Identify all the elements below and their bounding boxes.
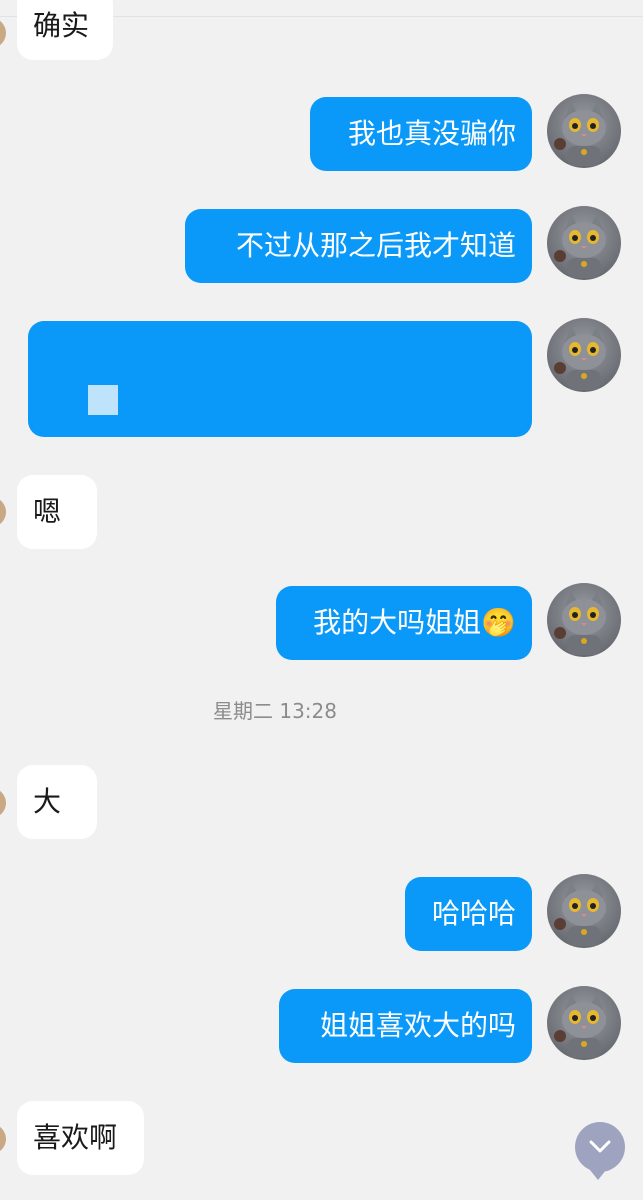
message-bubble-outgoing[interactable]: 我也真没骗你 (310, 97, 532, 171)
cat-avatar-icon (554, 102, 606, 166)
message-text: 嗯 (33, 495, 62, 528)
message-text: 哈哈哈 (431, 897, 516, 930)
user-avatar[interactable] (547, 583, 621, 657)
cat-avatar-icon (554, 882, 606, 946)
cat-avatar-icon (554, 994, 606, 1058)
user-avatar[interactable] (547, 206, 621, 280)
user-avatar[interactable] (547, 874, 621, 948)
message-text: 喜欢啊 (33, 1121, 118, 1154)
cat-avatar-icon (554, 326, 606, 390)
message-bubble-redacted[interactable] (28, 321, 532, 437)
contact-avatar[interactable] (0, 497, 6, 527)
message-text: 姐姐喜欢大的吗 (319, 1009, 516, 1042)
cat-avatar-icon (554, 591, 606, 655)
user-avatar[interactable] (547, 986, 621, 1060)
user-avatar[interactable] (547, 94, 621, 168)
message-bubble-incoming[interactable]: 嗯 (17, 475, 97, 549)
redaction-block (88, 385, 118, 415)
contact-avatar[interactable] (0, 18, 6, 48)
message-text: 我的大吗姐姐🤭 (313, 606, 516, 639)
message-bubble-incoming[interactable]: 喜欢啊 (17, 1101, 144, 1175)
message-bubble-outgoing[interactable]: 姐姐喜欢大的吗 (279, 989, 532, 1063)
scroll-to-bottom-button[interactable] (575, 1122, 625, 1180)
message-bubble-incoming[interactable]: 大 (17, 765, 97, 839)
message-text: 不过从那之后我才知道 (235, 229, 516, 262)
message-bubble-incoming[interactable]: 确实 (17, 0, 113, 60)
message-text: 大 (33, 785, 62, 818)
message-bubble-outgoing[interactable]: 哈哈哈 (405, 877, 532, 951)
chevron-down-icon (589, 1140, 611, 1153)
message-text: 我也真没骗你 (347, 117, 516, 150)
timestamp-divider: 星期二 13:28 (213, 699, 337, 723)
contact-avatar[interactable] (0, 1124, 6, 1154)
cat-avatar-icon (554, 214, 606, 278)
user-avatar[interactable] (547, 318, 621, 392)
message-bubble-outgoing[interactable]: 不过从那之后我才知道 (185, 209, 532, 283)
message-text: 确实 (33, 9, 90, 42)
message-bubble-outgoing[interactable]: 我的大吗姐姐🤭 (276, 586, 532, 660)
contact-avatar[interactable] (0, 788, 6, 818)
